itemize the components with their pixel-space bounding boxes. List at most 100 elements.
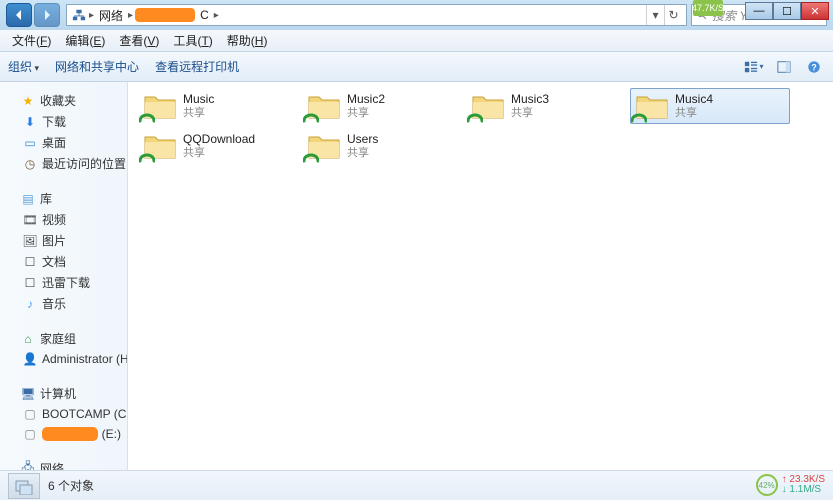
shared-folder-icon [307, 91, 341, 121]
user-icon: 👤 [22, 351, 38, 367]
sidebar-group-favorites: ★收藏夹 ⬇下载 ▭桌面 ◷最近访问的位置 [4, 90, 123, 174]
view-options-button[interactable]: ▾ [743, 56, 765, 78]
redacted-label [42, 427, 98, 441]
computer-icon: 🖥 [20, 386, 36, 402]
menu-help[interactable]: 帮助(H) [221, 30, 274, 51]
breadcrumb-sep-icon: ▸ [214, 10, 219, 21]
shared-folder-icon [143, 131, 177, 161]
homegroup-icon: ⌂ [20, 331, 36, 347]
sidebar-item-videos[interactable]: 🎞视频 [4, 209, 123, 230]
folder-tile[interactable]: Music共享 [138, 88, 298, 124]
folder-subtitle: 共享 [183, 107, 214, 121]
desktop-icon: ▭ [22, 135, 38, 151]
sidebar-group-network: 🖧网络 🖥 🖥2D0C: 🖥UI-PC [4, 458, 123, 470]
sidebar-head-computer[interactable]: 🖥计算机 [4, 383, 123, 404]
netmon-percent: 42% [756, 474, 778, 496]
document-icon: ☐ [22, 275, 38, 291]
sidebar-item-pictures[interactable]: 🖼图片 [4, 230, 123, 251]
menu-view[interactable]: 查看(V) [113, 30, 165, 51]
folder-name: Music4 [675, 92, 713, 107]
folder-name: Music [183, 92, 214, 107]
download-icon: ⬇ [22, 114, 38, 130]
network-icon [71, 7, 87, 23]
folder-subtitle: 共享 [183, 147, 255, 161]
video-icon: 🎞 [22, 212, 38, 228]
menu-file[interactable]: 文件(F) [6, 30, 57, 51]
folder-tile[interactable]: QQDownload共享 [138, 128, 298, 164]
menu-edit[interactable]: 编辑(E) [59, 30, 111, 51]
folder-name: Music2 [347, 92, 385, 107]
details-count: 6 个对象 [48, 477, 94, 494]
nav-back-button[interactable] [6, 3, 32, 27]
sidebar-item-documents[interactable]: ☐文档 [4, 251, 123, 272]
breadcrumb-sep-icon: ▸ [89, 10, 94, 21]
folder-tile[interactable]: Music2共享 [302, 88, 462, 124]
sidebar-item-admin[interactable]: 👤Administrator (HY [4, 349, 123, 369]
shared-folder-icon [307, 131, 341, 161]
nav-forward-button[interactable] [34, 3, 60, 27]
folder-tile[interactable]: Users共享 [302, 128, 462, 164]
sidebar-group-homegroup: ⌂家庭组 👤Administrator (HY [4, 328, 123, 369]
sidebar-head-homegroup[interactable]: ⌂家庭组 [4, 328, 123, 349]
breadcrumb-segment-redacted[interactable] [135, 8, 195, 22]
network-monitor: 42% ↑ 23.3K/S ↓ 1.1M/S [756, 474, 825, 496]
music-icon: ♪ [22, 296, 38, 312]
sidebar-item-desktop[interactable]: ▭桌面 [4, 132, 123, 153]
sidebar-item-drive-e[interactable]: ▢ (E:) [4, 424, 123, 444]
address-bar[interactable]: ▸ 网络 ▸ C ▸ ▾ ↻ [66, 4, 687, 26]
minimize-button[interactable]: — [745, 2, 773, 20]
picture-icon: 🖼 [22, 233, 38, 249]
folder-subtitle: 共享 [675, 107, 713, 121]
drive-icon: ▢ [22, 406, 38, 422]
network-icon: 🖧 [20, 461, 36, 471]
close-button[interactable]: ✕ [801, 2, 829, 20]
breadcrumb-segment[interactable]: C [197, 8, 212, 22]
folder-view[interactable]: Music共享Music2共享Music3共享Music4共享QQDownloa… [128, 82, 833, 470]
sidebar-group-computer: 🖥计算机 ▢BOOTCAMP (C:) ▢ (E:) [4, 383, 123, 444]
view-remote-printers-button[interactable]: 查看远程打印机 [155, 58, 239, 75]
sidebar-item-drive-c[interactable]: ▢BOOTCAMP (C:) [4, 404, 123, 424]
sidebar-head-favorites[interactable]: ★收藏夹 [4, 90, 123, 111]
folder-name: Music3 [511, 92, 549, 107]
recent-icon: ◷ [22, 156, 38, 172]
star-icon: ★ [20, 93, 36, 109]
library-icon: ▤ [20, 191, 36, 207]
organize-button[interactable]: 组织 [8, 58, 39, 75]
command-bar: 组织 网络和共享中心 查看远程打印机 ▾ ? [0, 52, 833, 82]
navigation-pane: ★收藏夹 ⬇下载 ▭桌面 ◷最近访问的位置 ▤库 🎞视频 🖼图片 ☐文档 ☐迅雷… [0, 82, 128, 470]
menu-tools[interactable]: 工具(T) [167, 30, 218, 51]
address-dropdown-button[interactable]: ▾ [646, 5, 664, 25]
folder-tile[interactable]: Music4共享 [630, 88, 790, 124]
sidebar-head-network[interactable]: 🖧网络 [4, 458, 123, 470]
preview-pane-button[interactable] [773, 56, 795, 78]
netmon-download: ↓ 1.1M/S [782, 485, 825, 495]
sidebar-item-downloads[interactable]: ⬇下载 [4, 111, 123, 132]
menu-bar: 文件(F) 编辑(E) 查看(V) 工具(T) 帮助(H) [0, 30, 833, 52]
folder-subtitle: 共享 [347, 107, 385, 121]
network-center-button[interactable]: 网络和共享中心 [55, 58, 139, 75]
window-titlebar: ▸ 网络 ▸ C ▸ ▾ ↻ 搜索 YANG -PC 47.7K/S — ☐ ✕ [0, 0, 833, 30]
address-refresh-button[interactable]: ↻ [664, 5, 682, 25]
speed-badge: 47.7K/S [693, 0, 723, 16]
breadcrumb-sep-icon: ▸ [128, 10, 133, 21]
sidebar-item-music[interactable]: ♪音乐 [4, 293, 123, 314]
sidebar-item-thunder[interactable]: ☐迅雷下载 [4, 272, 123, 293]
svg-text:?: ? [811, 62, 816, 72]
folder-subtitle: 共享 [511, 107, 549, 121]
folder-tile[interactable]: Music3共享 [466, 88, 626, 124]
drive-icon: ▢ [22, 426, 38, 442]
folder-name: Users [347, 132, 378, 147]
maximize-button[interactable]: ☐ [773, 2, 801, 20]
sidebar-head-libraries[interactable]: ▤库 [4, 188, 123, 209]
folder-subtitle: 共享 [347, 147, 378, 161]
shared-folder-icon [471, 91, 505, 121]
details-pane: 6 个对象 42% ↑ 23.3K/S ↓ 1.1M/S [0, 470, 833, 500]
selection-icon [8, 473, 40, 499]
breadcrumb-segment[interactable]: 网络 [96, 7, 126, 24]
help-button[interactable]: ? [803, 56, 825, 78]
shared-folder-icon [143, 91, 177, 121]
sidebar-group-libraries: ▤库 🎞视频 🖼图片 ☐文档 ☐迅雷下载 ♪音乐 [4, 188, 123, 314]
sidebar-item-recent[interactable]: ◷最近访问的位置 [4, 153, 123, 174]
folder-name: QQDownload [183, 132, 255, 147]
document-icon: ☐ [22, 254, 38, 270]
